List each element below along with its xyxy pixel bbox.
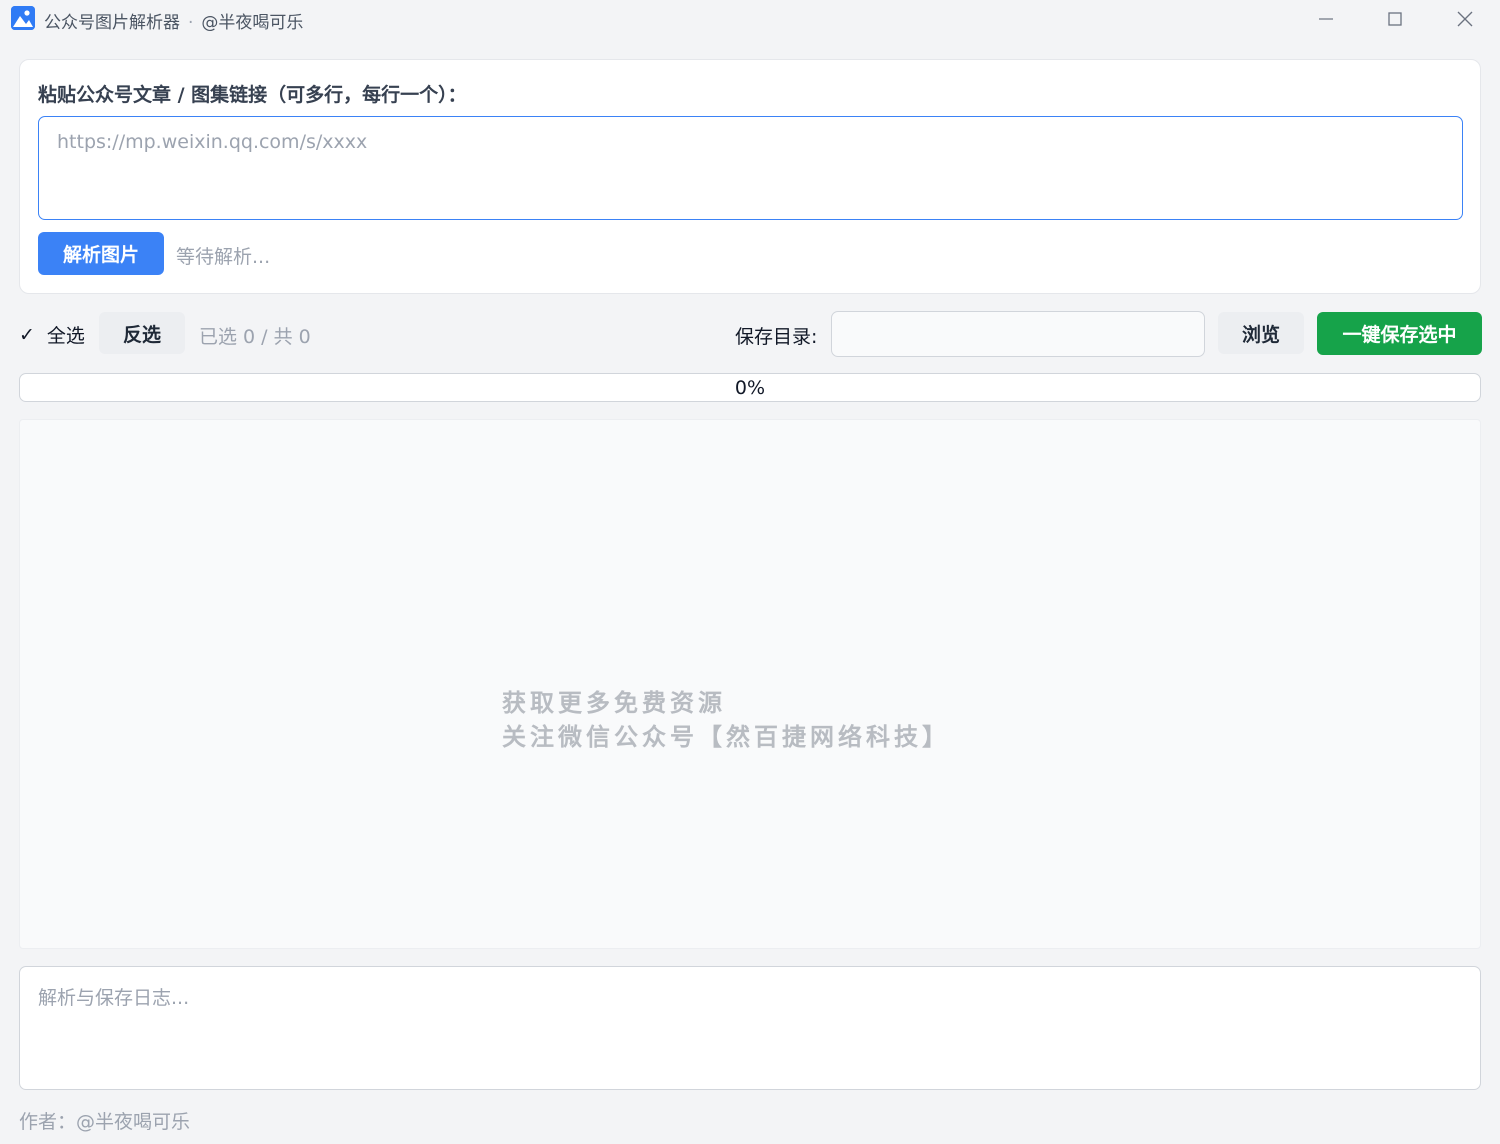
progress-bar: 0% — [19, 373, 1481, 402]
parse-status-text: 等待解析... — [176, 246, 271, 268]
maximize-icon — [1388, 12, 1402, 26]
select-all-checkbox[interactable]: ✓ 全选 — [19, 321, 85, 348]
title-separator: · — [188, 13, 194, 33]
log-output[interactable] — [19, 966, 1481, 1090]
maximize-button[interactable] — [1360, 0, 1430, 38]
invert-selection-button[interactable]: 反选 — [99, 312, 185, 354]
image-icon — [11, 6, 35, 30]
close-button[interactable] — [1430, 0, 1500, 38]
link-input-card: 粘贴公众号文章 / 图集链接（可多行，每行一个）： 解析图片 等待解析... — [19, 59, 1481, 294]
title-author: @半夜喝可乐 — [201, 13, 304, 33]
close-icon — [1457, 11, 1473, 27]
minimize-button[interactable] — [1291, 0, 1361, 38]
browse-button[interactable]: 浏览 — [1218, 312, 1304, 354]
progress-label: 0% — [734, 376, 766, 399]
window-title: 公众号图片解析器 · @半夜喝可乐 — [44, 8, 303, 33]
title-bar[interactable]: 公众号图片解析器 · @半夜喝可乐 — [0, 0, 1500, 38]
author-credit: 作者：@半夜喝可乐 — [19, 1111, 191, 1133]
link-input-label: 粘贴公众号文章 / 图集链接（可多行，每行一个）： — [38, 84, 467, 106]
parse-images-button[interactable]: 解析图片 — [38, 232, 164, 275]
watermark-line-1: 获取更多免费资源 — [502, 688, 726, 717]
image-gallery[interactable]: 获取更多免费资源 关注微信公众号【然百捷网络科技】 — [19, 419, 1481, 949]
check-icon: ✓ — [19, 323, 35, 346]
app-window: 公众号图片解析器 · @半夜喝可乐 粘贴公众号文章 / 图集链接（可多行，每行一个）… — [0, 0, 1500, 1144]
save-dir-label: 保存目录: — [735, 326, 818, 348]
watermark-line-2: 关注微信公众号【然百捷网络科技】 — [502, 722, 950, 751]
url-input[interactable] — [38, 116, 1463, 220]
app-name: 公众号图片解析器 — [44, 13, 180, 33]
save-selected-button[interactable]: 一键保存选中 — [1317, 312, 1482, 355]
save-dir-input[interactable] — [831, 311, 1205, 357]
minimize-icon — [1319, 18, 1333, 20]
selection-count: 已选 0 / 共 0 — [199, 326, 311, 348]
select-all-label: 全选 — [46, 325, 85, 347]
watermark: 获取更多免费资源 关注微信公众号【然百捷网络科技】 — [502, 686, 950, 754]
